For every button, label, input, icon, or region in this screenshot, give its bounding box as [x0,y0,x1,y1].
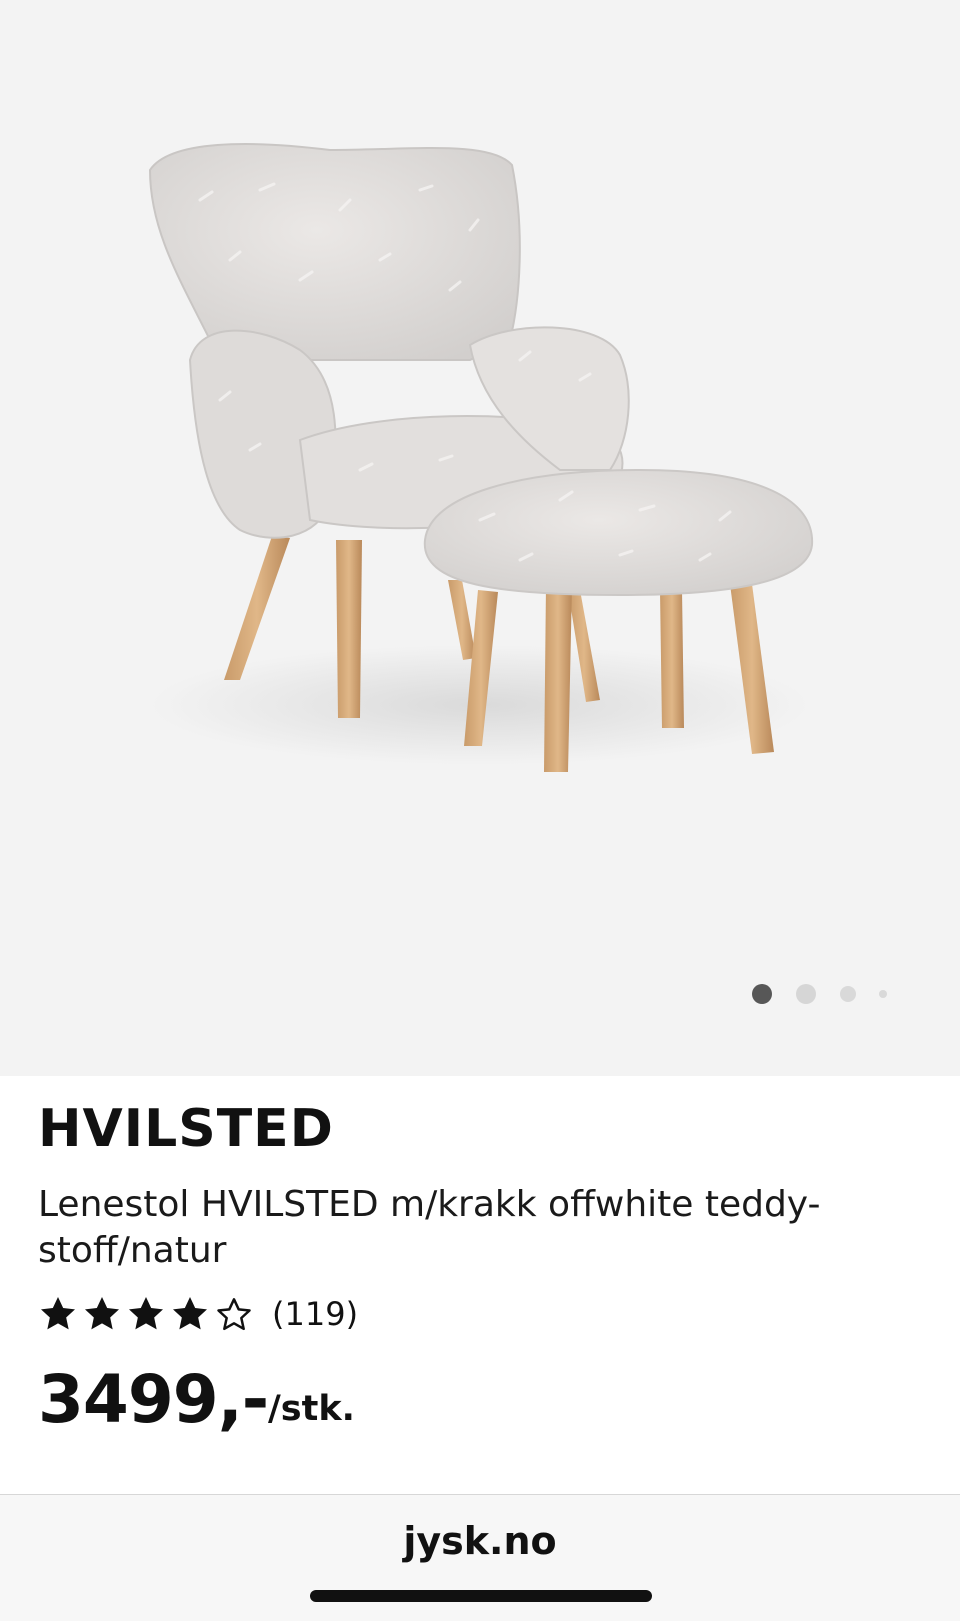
product-brand-title: HVILSTED [38,1099,334,1159]
star-filled-icon [41,1297,75,1330]
star-filled-icon [173,1297,207,1330]
product-description: Lenestol HVILSTED m/krakk offwhite teddy… [38,1184,821,1271]
gallery-dot[interactable] [840,986,856,1002]
gallery-dot[interactable] [796,984,816,1004]
product-image-gallery[interactable] [0,0,960,1076]
gallery-dot[interactable] [879,990,887,998]
star-outline-icon [217,1298,251,1331]
rating-count[interactable]: (119) [272,1295,358,1333]
product-image[interactable] [0,0,960,1076]
home-indicator[interactable] [310,1590,652,1602]
product-rating[interactable]: (119) [38,1290,358,1338]
star-filled-icon [85,1297,119,1330]
gallery-dot-active[interactable] [752,984,772,1004]
product-price: 3499,- [38,1361,269,1438]
price-unit: /stk. [268,1389,355,1429]
rating-stars [38,1294,258,1334]
star-filled-icon [129,1297,163,1330]
browser-url[interactable]: jysk.no [0,1516,960,1566]
